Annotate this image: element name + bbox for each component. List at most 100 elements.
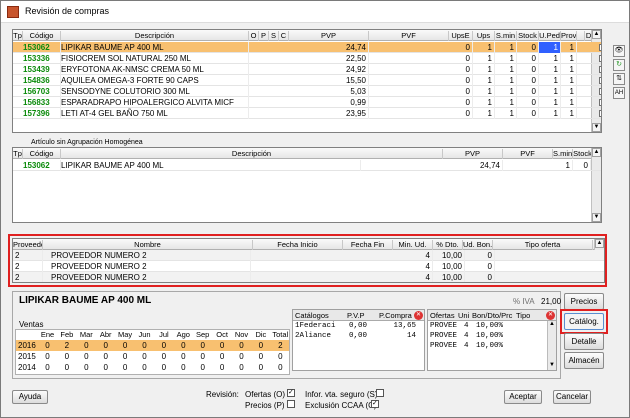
products-grid[interactable]: Tp Código Descripción O P S C PVP PVF UpsE Ups S.mi… — [12, 29, 602, 133]
products-col-header[interactable]: PVP — [289, 31, 369, 41]
binoculars-icon[interactable]: 👁 — [613, 45, 625, 57]
scroll-down-arrow-icon[interactable]: ▼ — [592, 213, 601, 222]
list-item[interactable]: PROVEE 4 10,00% — [428, 332, 546, 342]
products-col-header[interactable] — [577, 31, 585, 41]
b-checkbox[interactable] — [599, 42, 601, 53]
cancelar-button[interactable]: Cancelar — [553, 390, 591, 404]
table-row[interactable]: 153439 ERYFOTONA AK-NMSC CREMA 50 ML 24,92… — [13, 64, 601, 75]
b-checkbox[interactable] — [599, 97, 601, 108]
sales-row[interactable]: 2014 0 0 0 0 0 0 0 0 0 0 0 0 0 — [16, 362, 289, 373]
products-col-header[interactable]: Código — [23, 31, 61, 41]
sales-value: 0 — [64, 363, 70, 372]
ofertas-checkbox[interactable]: ✓ — [287, 389, 295, 397]
products-col-header[interactable]: S — [269, 31, 279, 41]
aceptar-button[interactable]: Aceptar — [504, 390, 542, 404]
scroll-down-arrow-icon[interactable]: ▼ — [592, 123, 601, 132]
table-row[interactable]: 156703 SENSODYNE COLUTORIO 300 ML 5,03 0 1 1 0… — [13, 86, 601, 97]
ayuda-button[interactable]: Ayuda — [12, 390, 48, 404]
table-row[interactable]: 156833 ESPARADRAPO HIPOALERGICO ALVITA MI… — [13, 97, 601, 108]
table-row[interactable]: 153062 LIPIKAR BAUME AP 400 ML 24,74 0 1 1 0 1 1 — [13, 42, 601, 53]
homog-col-header[interactable]: PVP — [443, 149, 503, 159]
table-cell: FISIOCREM SOL NATURAL 250 ML — [61, 53, 249, 64]
ventas-label: Ventas — [19, 320, 44, 329]
products-col-header[interactable]: Stock — [517, 31, 539, 41]
table-row[interactable]: 153062 LIPIKAR BAUME AP 400 ML 24,74 1 0 — [13, 160, 601, 171]
sales-value: 0 — [278, 363, 283, 372]
precios-checkbox[interactable] — [287, 400, 295, 408]
table-cell: 1 — [473, 86, 495, 97]
homogeneous-grid-header: Tp Código Descripción PVP PVF S.min Stock — [13, 148, 601, 159]
table-cell: 1 — [473, 42, 495, 53]
homogeneous-grid[interactable]: Tp Código Descripción PVP PVF S.min Stock ▲ ▼ 1… — [12, 147, 602, 223]
infor-checkbox[interactable] — [376, 389, 384, 397]
list-item[interactable]: 2Aliance 0,00 14 — [293, 332, 424, 342]
b-checkbox[interactable] — [599, 75, 601, 86]
catalogs-header: Catálogos P.V.P P.Compra ✕ — [293, 310, 424, 321]
table-cell: 0 — [517, 42, 539, 53]
table-cell: 5,03 — [289, 86, 369, 97]
scroll-up-arrow-icon[interactable]: ▲ — [592, 148, 601, 157]
b-checkbox[interactable] — [599, 108, 601, 119]
catalogs-table[interactable]: Catálogos P.V.P P.Compra ✕ 1Federaci 0,00 13,6… — [292, 309, 425, 371]
table-cell: 1 — [495, 86, 517, 97]
homog-col-header[interactable]: S.min — [553, 149, 573, 159]
homog-col-header[interactable]: Descripción — [61, 149, 443, 159]
table-cell: 1 — [495, 108, 517, 119]
products-col-header[interactable]: Tp — [13, 31, 23, 41]
b-checkbox[interactable] — [599, 64, 601, 75]
month-header: Mar — [79, 330, 93, 339]
close-icon[interactable]: ✕ — [546, 311, 555, 320]
products-col-header[interactable]: S.min — [495, 31, 517, 41]
table-cell: 1 — [561, 97, 577, 108]
detalle-button[interactable]: Detalle — [564, 333, 604, 350]
sales-value: 0 — [258, 363, 264, 372]
sales-value: 0 — [200, 363, 205, 372]
table-row[interactable]: 153336 FISIOCREM SOL NATURAL 250 ML 22,50 0… — [13, 53, 601, 64]
compare-icon[interactable]: ⇅ — [613, 73, 625, 85]
close-icon[interactable]: ✕ — [414, 311, 423, 320]
b-checkbox[interactable] — [599, 86, 601, 97]
homog-col-header[interactable]: Stock — [573, 149, 593, 159]
month-header: Feb — [60, 330, 74, 339]
sales-value: 0 — [45, 341, 50, 350]
products-col-header[interactable]: UpsE — [449, 31, 473, 41]
sales-row[interactable]: 2015 0 0 0 0 0 0 0 0 0 0 0 0 0 — [16, 351, 289, 362]
scroll-up-arrow-icon[interactable]: ▲ — [548, 321, 556, 329]
table-cell: 0 — [449, 86, 473, 97]
products-col-header[interactable]: Prov — [561, 31, 577, 41]
list-item[interactable]: 1Federaci 0,00 13,65 — [293, 322, 424, 332]
provider-highlight-box — [8, 234, 607, 287]
table-cell: 0 — [449, 108, 473, 119]
offers-scrollbar[interactable]: ▲ ▼ — [547, 321, 556, 370]
month-header: Ago — [176, 330, 190, 339]
catalog-pvp: 0,00 — [349, 332, 368, 340]
sales-row[interactable]: 2016 0 2 0 0 0 0 0 0 0 0 0 0 2 — [16, 340, 289, 351]
products-col-header[interactable]: Descripción — [61, 31, 249, 41]
precios-button[interactable]: Precios — [564, 293, 604, 310]
scroll-down-arrow-icon[interactable]: ▼ — [548, 362, 556, 370]
sales-value: 0 — [258, 341, 264, 350]
products-col-header[interactable]: Ups — [473, 31, 495, 41]
table-cell: SENSODYNE COLUTORIO 300 ML — [61, 86, 249, 97]
list-item[interactable]: PROVEE 4 10,00% — [428, 322, 546, 332]
list-item[interactable]: PROVEE 4 10,00% — [428, 342, 546, 352]
homog-col-header[interactable]: PVF — [503, 149, 553, 159]
scroll-up-arrow-icon[interactable]: ▲ — [592, 30, 601, 39]
offers-table[interactable]: Ofertas Uni Bon/Dto/Prc Tipo ✕ PROVEE 4 10,00% P… — [427, 309, 557, 371]
table-row[interactable]: 157396 LETI AT-4 GEL BAÑO 750 ML 23,95 0 1 1 0… — [13, 108, 601, 119]
almacen-button[interactable]: Almacén — [564, 352, 604, 369]
products-col-header[interactable]: P — [259, 31, 269, 41]
products-col-header[interactable]: C — [279, 31, 289, 41]
table-row[interactable]: 154836 AQUILEA OMEGA-3 FORTE 90 CAPS 15,50… — [13, 75, 601, 86]
ah-icon[interactable]: AH — [613, 87, 625, 99]
table-cell: 23,95 — [289, 108, 369, 119]
exclusion-checkbox[interactable]: ✓ — [371, 400, 379, 408]
refresh-icon[interactable]: ↻ — [613, 59, 625, 71]
sales-value: 0 — [122, 352, 128, 361]
products-col-header[interactable]: U.Ped — [539, 31, 561, 41]
products-col-header[interactable]: PVF — [369, 31, 449, 41]
homog-col-header[interactable]: Código — [23, 149, 61, 159]
b-checkbox[interactable] — [599, 53, 601, 64]
homog-col-header[interactable]: Tp — [13, 149, 23, 159]
products-col-header[interactable]: O — [249, 31, 259, 41]
